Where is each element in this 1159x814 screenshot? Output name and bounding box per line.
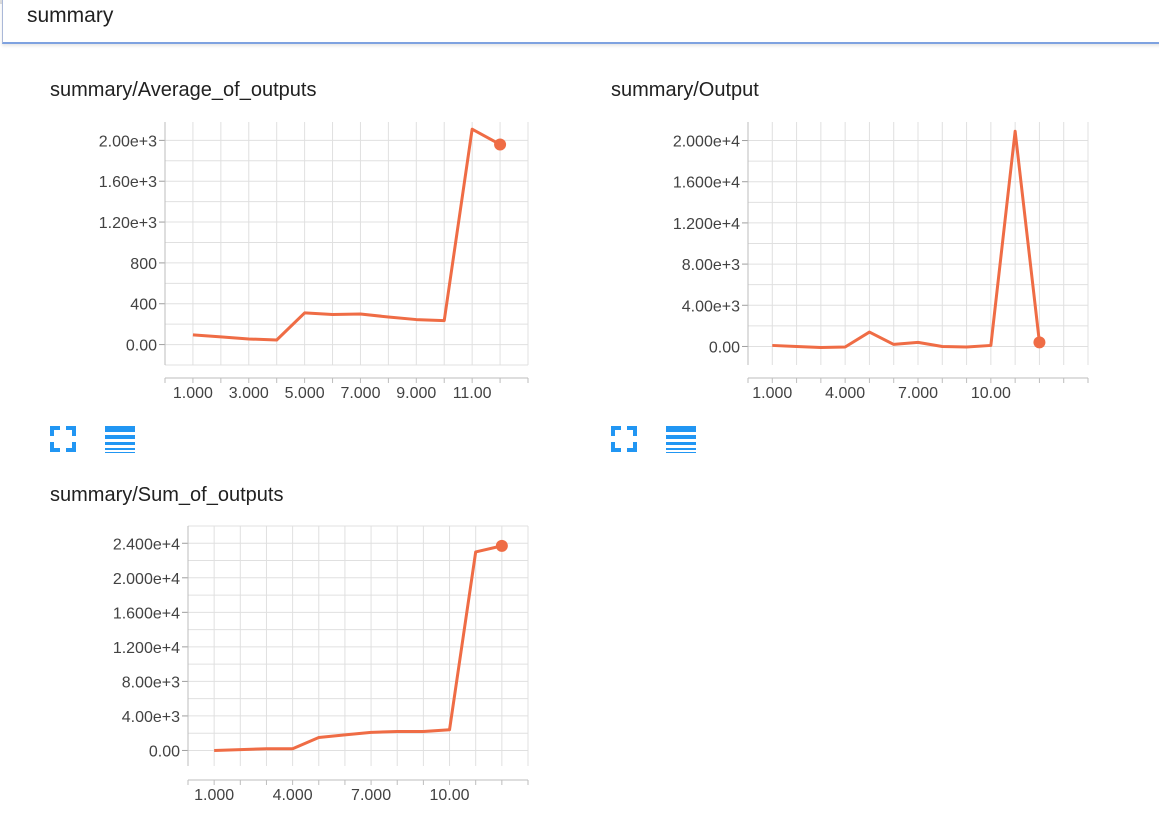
y-tick-label: 4.00e+3 (122, 709, 180, 726)
x-tick-label: 11.00 (453, 385, 492, 402)
x-tick-label: 10.00 (430, 787, 470, 804)
chart-title: summary/Sum_of_outputs (50, 484, 284, 506)
chart-output[interactable]: 0.00 4.00e+3 8.00e+3 1.200e+4 1.600e+4 2.000e… (560, 110, 1120, 410)
y-tick-label: 2.400e+4 (113, 536, 180, 553)
search-input-value: summary (27, 4, 114, 27)
y-tick-label: 0.00 (709, 339, 740, 356)
x-tick-label: 10.00 (971, 385, 1011, 402)
x-tick-label: 1.000 (173, 385, 213, 402)
y-tick-label: 1.200e+4 (673, 216, 740, 233)
chart-sum-of-outputs[interactable]: 0.00 4.00e+3 8.00e+3 1.200e+4 1.600e+4 2.000e… (0, 514, 560, 814)
x-tick-label: 3.000 (229, 385, 269, 402)
y-tick-label: 0.00 (126, 338, 157, 355)
x-tick-label: 9.000 (396, 385, 436, 402)
x-tick-label: 1.000 (194, 787, 234, 804)
y-tick-label: 0.00 (149, 743, 180, 760)
x-tick-label: 5.000 (285, 385, 325, 402)
y-tick-label: 2.000e+4 (673, 134, 740, 151)
data-table-icon[interactable] (104, 424, 135, 454)
series-line (214, 544, 503, 752)
y-tick-label: 1.20e+3 (99, 215, 157, 232)
x-tick-label: 7.000 (898, 385, 938, 402)
y-tick-label: 1.600e+4 (113, 605, 180, 622)
y-tick-label: 2.000e+4 (113, 571, 180, 588)
chart-title: summary/Output (611, 79, 759, 101)
y-tick-label: 8.00e+3 (682, 257, 740, 274)
x-tick-label: 4.000 (825, 385, 865, 402)
data-table-icon[interactable] (665, 424, 696, 454)
x-tick-label: 7.000 (351, 787, 391, 804)
search-input[interactable]: summary (2, 0, 1159, 44)
x-tick-label: 4.000 (273, 787, 313, 804)
series-line (772, 129, 1041, 349)
y-tick-label: 1.600e+4 (673, 175, 740, 192)
x-tick-label: 7.000 (340, 385, 380, 402)
chart-average-of-outputs[interactable]: 0.00 400 800 1.20e+3 1.60e+3 2.00e+3 1.000 3.00… (0, 110, 560, 410)
y-tick-label: 8.00e+3 (122, 674, 180, 691)
fullscreen-icon[interactable] (609, 424, 639, 454)
data-point[interactable] (1033, 336, 1046, 349)
y-tick-label: 1.60e+3 (99, 174, 157, 191)
y-tick-label: 800 (130, 256, 157, 273)
data-point[interactable] (495, 539, 508, 552)
y-tick-label: 2.00e+3 (99, 133, 157, 150)
y-tick-label: 400 (130, 297, 157, 314)
fullscreen-icon[interactable] (48, 424, 78, 454)
y-tick-label: 4.00e+3 (682, 298, 740, 315)
chart-title: summary/Average_of_outputs (50, 79, 317, 101)
y-tick-label: 1.200e+4 (113, 640, 180, 657)
data-point[interactable] (494, 138, 507, 151)
x-tick-label: 1.000 (752, 385, 792, 402)
